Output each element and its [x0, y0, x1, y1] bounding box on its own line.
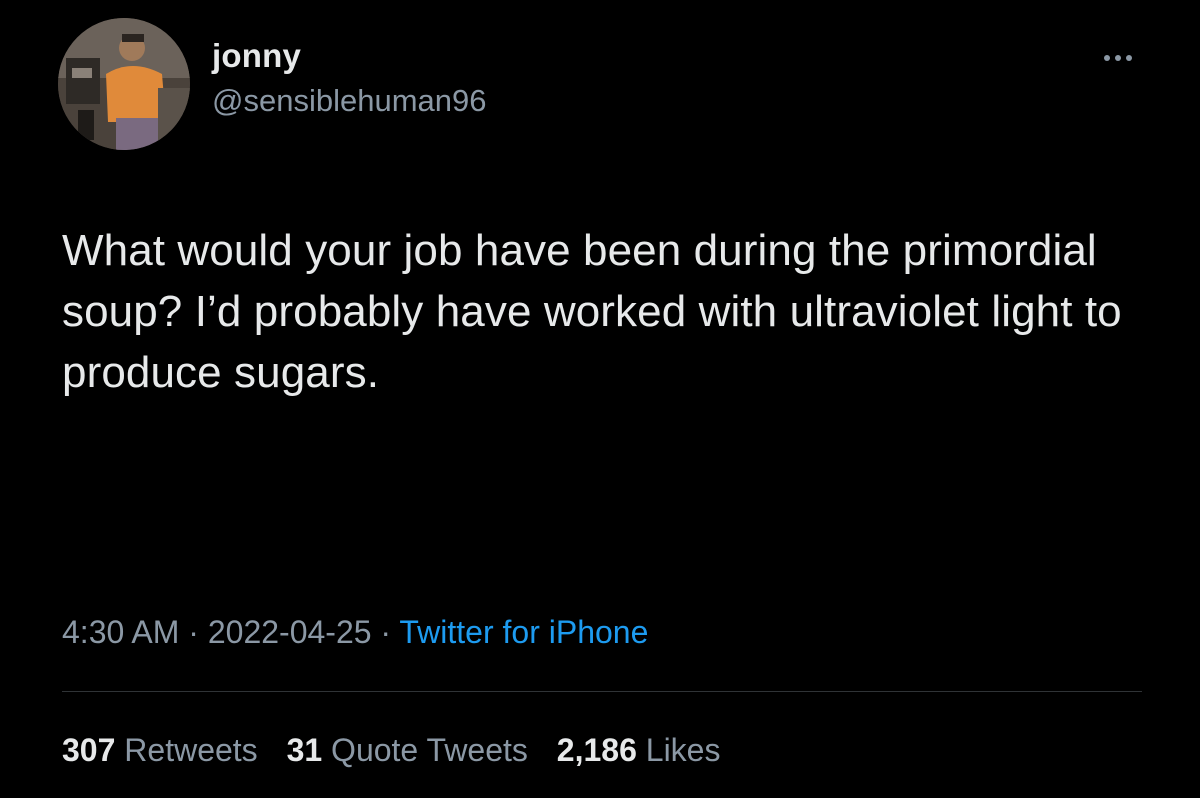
likes-stat[interactable]: 2,186 Likes — [557, 732, 721, 768]
retweets-stat[interactable]: 307 Retweets — [62, 732, 258, 768]
author-display-name[interactable]: jonny — [212, 34, 486, 78]
tweet-metadata: 4:30 AM · 2022-04-25 · Twitter for iPhon… — [62, 610, 648, 654]
tweet-stats: 307 Retweets 31 Quote Tweets 2,186 Likes — [62, 728, 740, 772]
retweets-label: Retweets — [124, 732, 258, 768]
more-horizontal-icon-dot — [1126, 55, 1132, 61]
quote-tweets-stat[interactable]: 31 Quote Tweets — [287, 732, 528, 768]
retweets-count: 307 — [62, 732, 116, 768]
divider — [62, 691, 1142, 692]
more-horizontal-icon-dot — [1115, 55, 1121, 61]
tweet-time[interactable]: 4:30 AM — [62, 614, 179, 650]
more-options-button[interactable] — [1088, 38, 1148, 78]
avatar[interactable] — [58, 18, 190, 150]
author-handle[interactable]: @sensiblehuman96 — [212, 80, 486, 122]
tweet-card: jonny @sensiblehuman96 What would your j… — [0, 0, 1200, 798]
tweet-date[interactable]: 2022-04-25 — [208, 614, 372, 650]
quote-tweets-count: 31 — [286, 732, 323, 768]
avatar-photo-icon — [58, 18, 190, 150]
meta-separator: · — [179, 614, 208, 650]
likes-count: 2,186 — [556, 732, 637, 768]
tweet-text: What would your job have been during the… — [62, 226, 1122, 397]
tweet-source-link[interactable]: Twitter for iPhone — [399, 614, 648, 650]
author-info[interactable]: jonny @sensiblehuman96 — [212, 34, 486, 122]
quote-tweets-label: Quote Tweets — [331, 732, 528, 768]
likes-label: Likes — [645, 732, 721, 768]
more-horizontal-icon — [1104, 55, 1110, 61]
meta-separator: · — [371, 614, 400, 650]
